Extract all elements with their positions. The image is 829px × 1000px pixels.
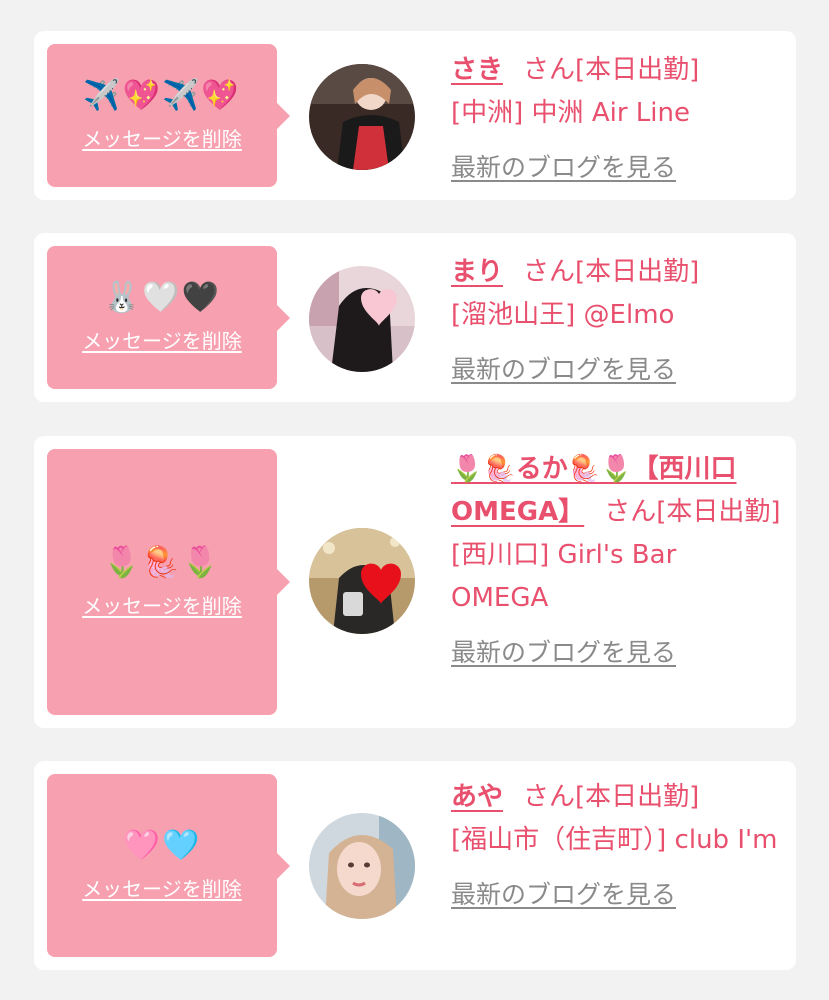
message-text: ✈️💖✈️💖 xyxy=(83,78,241,113)
shop-name: [西川口] Girl's Bar OMEGA xyxy=(451,540,677,613)
cast-heading: 🌷🪼るか🪼🌷【西川口OMEGA】 さん[本日出勤] xyxy=(451,448,781,534)
message-bubble: ✈️💖✈️💖 メッセージを削除 xyxy=(47,44,290,187)
message-bubble: 🌷🪼🌷 メッセージを削除 xyxy=(47,449,290,715)
cast-heading: さき さん[本日出勤] xyxy=(451,49,781,92)
delete-message-link[interactable]: メッセージを削除 xyxy=(82,590,242,619)
cast-info: あや さん[本日出勤] [福山市（住吉町）] club I'm 最新のブログを見る xyxy=(451,776,781,917)
avatar[interactable] xyxy=(309,266,415,372)
cast-info: まり さん[本日出勤] [溜池山王] @Elmo 最新のブログを見る xyxy=(451,251,781,392)
cast-heading: まり さん[本日出勤] xyxy=(451,251,781,294)
cast-info: 🌷🪼るか🪼🌷【西川口OMEGA】 さん[本日出勤] [西川口] Girl's Ba… xyxy=(451,448,781,675)
latest-blog-link[interactable]: 最新のブログを見る xyxy=(451,873,676,916)
message-card: 🐰🤍🖤 メッセージを削除 まり さん[本日出勤] [溜池山王] @Elmo 最新の… xyxy=(34,233,796,402)
message-card: 🩷🩵 メッセージを削除 あや さん[本日出勤] [福山市（住吉町）] club I… xyxy=(34,761,796,970)
delete-message-link[interactable]: メッセージを削除 xyxy=(82,123,242,152)
cast-status: さん[本日出勤] xyxy=(604,497,781,527)
cast-info: さき さん[本日出勤] [中洲] 中洲 Air Line 最新のブログを見る xyxy=(451,49,781,190)
latest-blog-link[interactable]: 最新のブログを見る xyxy=(451,146,676,189)
message-text: 🩷🩵 xyxy=(122,828,202,863)
message-text: 🐰🤍🖤 xyxy=(102,280,222,315)
message-text: 🌷🪼🌷 xyxy=(102,544,222,580)
shop-name: [福山市（住吉町）] club I'm xyxy=(451,825,778,855)
cast-status: さん[本日出勤] xyxy=(523,782,700,812)
cast-status: さん[本日出勤] xyxy=(523,55,700,85)
cast-name-link[interactable]: さき xyxy=(451,55,503,85)
avatar[interactable] xyxy=(309,528,415,634)
delete-message-link[interactable]: メッセージを削除 xyxy=(82,325,242,354)
message-card: ✈️💖✈️💖 メッセージを削除 さき さん[本日出勤] [中洲] 中洲 Air L… xyxy=(34,31,796,200)
latest-blog-link[interactable]: 最新のブログを見る xyxy=(451,348,676,391)
cast-status: さん[本日出勤] xyxy=(523,257,700,287)
cast-name-link[interactable]: まり xyxy=(451,257,503,287)
latest-blog-link[interactable]: 最新のブログを見る xyxy=(451,631,676,674)
shop-name: [溜池山王] @Elmo xyxy=(451,300,675,330)
message-bubble: 🐰🤍🖤 メッセージを削除 xyxy=(47,246,290,389)
message-card: 🌷🪼🌷 メッセージを削除 🌷🪼るか🪼🌷【西川口OMEGA】 さん[本日出勤] [西… xyxy=(34,436,796,728)
message-bubble: 🩷🩵 メッセージを削除 xyxy=(47,774,290,957)
cast-name-link[interactable]: あや xyxy=(451,782,503,812)
avatar[interactable] xyxy=(309,813,415,919)
delete-message-link[interactable]: メッセージを削除 xyxy=(82,873,242,902)
shop-name: [中洲] 中洲 Air Line xyxy=(451,98,690,128)
cast-heading: あや さん[本日出勤] xyxy=(451,776,781,819)
avatar[interactable] xyxy=(309,64,415,170)
